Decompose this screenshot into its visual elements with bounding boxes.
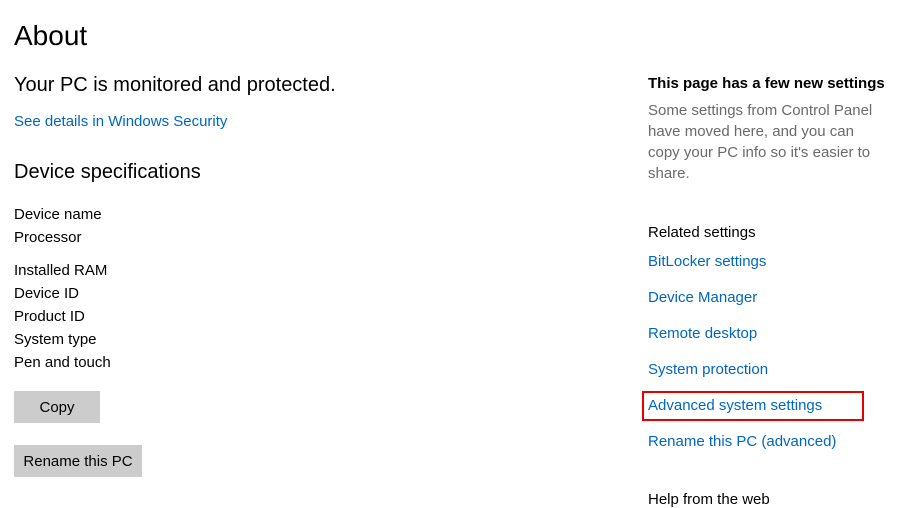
page-title: About [14,20,634,52]
spec-product-id: Product ID [14,308,634,325]
monitor-heading: Your PC is monitored and protected. [14,74,634,97]
help-from-web-title: Help from the web [648,491,900,508]
spec-installed-ram: Installed RAM [14,262,634,279]
windows-security-link[interactable]: See details in Windows Security [14,113,227,130]
related-link-device-manager[interactable]: Device Manager [648,289,757,306]
related-settings-links: BitLocker settings Device Manager Remote d… [648,253,900,451]
spec-device-name: Device name [14,206,634,223]
related-link-bitlocker-settings[interactable]: BitLocker settings [648,253,766,270]
copy-button[interactable]: Copy [14,391,100,423]
rename-pc-button[interactable]: Rename this PC [14,445,142,477]
related-link-rename-this-pc-advanced-[interactable]: Rename this PC (advanced) [648,433,836,450]
spec-system-type: System type [14,331,634,348]
related-settings-title: Related settings [648,224,900,241]
spec-device-id: Device ID [14,285,634,302]
side-heading: This page has a few new settings [648,75,900,92]
related-link-advanced-system-settings[interactable]: Advanced system settings [648,397,822,414]
related-link-remote-desktop[interactable]: Remote desktop [648,325,757,342]
related-link-system-protection[interactable]: System protection [648,361,768,378]
highlight-box: Advanced system settings [642,391,864,421]
side-description: Some settings from Control Panel have mo… [648,100,900,184]
spec-processor: Processor [14,229,634,246]
device-specs-title: Device specifications [14,161,634,184]
spec-pen-touch: Pen and touch [14,354,634,371]
